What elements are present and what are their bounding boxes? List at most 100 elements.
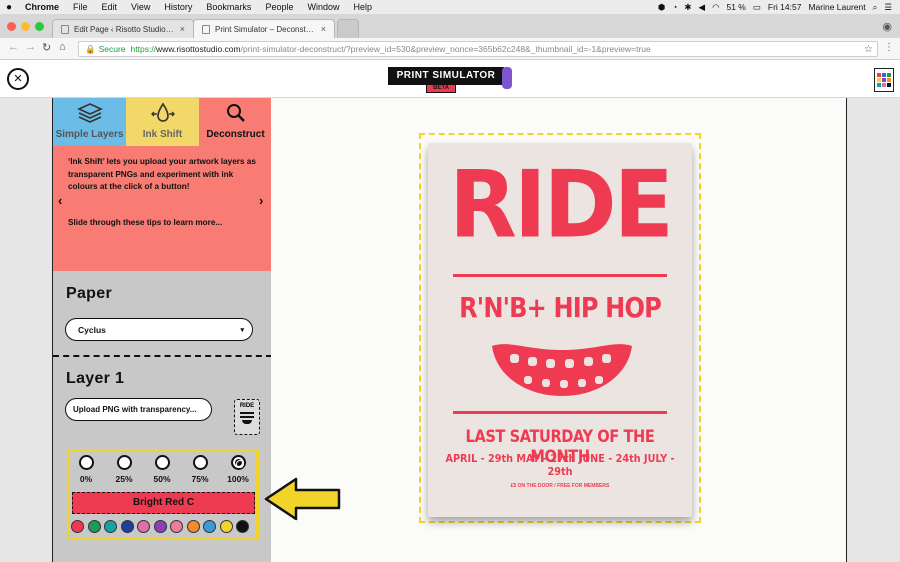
tip-next-button[interactable]: › xyxy=(259,194,263,208)
chevron-down-icon: ▾ xyxy=(240,326,244,334)
menu-file[interactable]: File xyxy=(66,2,95,12)
tab-print-simulator[interactable]: Print Simulator – Deconstruct × xyxy=(193,19,335,38)
poster-preview[interactable]: RIDE R'N'B+ HIP HOP LAST SATURDAY OF THE… xyxy=(428,143,692,517)
clock[interactable]: Fri 14:57 xyxy=(768,2,802,12)
sync-icon[interactable]: ◔ xyxy=(672,2,677,12)
layer-thumbnail[interactable]: RIDE xyxy=(234,399,260,435)
tip-cta: Slide through these tips to learn more..… xyxy=(68,218,223,227)
ink-swatch[interactable] xyxy=(87,520,101,533)
beta-badge: BETA xyxy=(426,84,456,93)
menu-bookmarks[interactable]: Bookmarks xyxy=(199,2,258,12)
opacity-option-100[interactable]: 100% xyxy=(223,455,253,484)
ink-swatch[interactable] xyxy=(104,520,117,533)
menu-edit[interactable]: Edit xyxy=(95,2,125,12)
tab-label: Print Simulator – Deconstruct xyxy=(215,24,316,34)
ink-swatch[interactable] xyxy=(153,520,167,533)
menu-people[interactable]: People xyxy=(258,2,300,12)
radio[interactable] xyxy=(192,455,208,470)
menu-help[interactable]: Help xyxy=(346,2,379,12)
sidebar: Simple Layers Ink Shift Deconstruct ‘Ink… xyxy=(52,98,271,562)
magnifier-icon xyxy=(226,104,245,122)
tab-ink-shift[interactable]: Ink Shift xyxy=(126,98,199,146)
menu-window[interactable]: Window xyxy=(300,2,346,12)
menu-history[interactable]: History xyxy=(157,2,199,12)
radio[interactable] xyxy=(154,455,170,470)
window-minimize-button[interactable] xyxy=(21,22,30,31)
simulator-header: × PRINT SIMULATOR BETA xyxy=(0,60,900,98)
close-simulator-button[interactable]: × xyxy=(7,68,29,90)
radio[interactable] xyxy=(78,455,94,470)
ink-panel: 0% 25% 50% 75% 100% Bright Red C xyxy=(67,449,259,540)
page-icon xyxy=(61,24,69,34)
url-input[interactable]: 🔒 Secure https:// www.risottostudio.com … xyxy=(78,41,878,57)
spotlight-icon[interactable]: ⌕ xyxy=(873,2,878,13)
menu-view[interactable]: View xyxy=(124,2,157,12)
paper-title: Paper xyxy=(66,285,112,302)
opacity-option-25[interactable]: 25% xyxy=(109,455,139,484)
tips-carousel: ‘Ink Shift’ lets you upload your artwork… xyxy=(53,146,271,271)
poster-rule xyxy=(453,411,667,414)
tip-prev-button[interactable]: ‹ xyxy=(58,194,62,208)
layers-icon xyxy=(76,103,103,123)
ink-roll-icon xyxy=(502,67,512,89)
reload-icon[interactable]: ↻ xyxy=(42,41,51,54)
tab-close-icon[interactable]: × xyxy=(180,24,185,34)
poster-subtitle: R'N'B+ HIP HOP xyxy=(459,291,662,324)
back-icon[interactable]: ← xyxy=(8,41,19,53)
thumb-text: RIDE xyxy=(239,403,255,409)
window-zoom-button[interactable] xyxy=(35,22,44,31)
tab-label: Edit Page ‹ Risotto Studio — W xyxy=(74,24,175,34)
radio-selected[interactable] xyxy=(230,455,246,470)
swatch-grid-icon[interactable] xyxy=(874,68,894,92)
ink-swatch[interactable] xyxy=(137,520,150,533)
bluetooth-icon[interactable]: ✱ xyxy=(684,2,691,13)
forward-icon[interactable]: → xyxy=(25,41,36,53)
print-simulator-logo: PRINT SIMULATOR BETA xyxy=(388,67,512,93)
ink-swatch[interactable] xyxy=(120,520,134,533)
new-tab-button[interactable] xyxy=(337,19,359,38)
upload-png-button[interactable]: Upload PNG with transparency... xyxy=(65,398,212,421)
battery-icon[interactable]: ▭ xyxy=(753,2,761,13)
tab-label: Simple Layers xyxy=(55,129,124,140)
ink-swatch[interactable] xyxy=(203,520,216,533)
battery-percent[interactable]: 51 % xyxy=(726,2,745,12)
tab-label: Ink Shift xyxy=(142,129,183,140)
profile-icon[interactable]: ◉ xyxy=(882,20,892,33)
user-name[interactable]: Marine Laurent xyxy=(808,2,865,12)
dropbox-icon[interactable]: ⬢ xyxy=(658,2,665,13)
volume-icon[interactable]: ◀ xyxy=(699,2,706,13)
pointer-arrow-icon xyxy=(264,477,341,521)
ink-name-field[interactable]: Bright Red C xyxy=(72,492,255,514)
tab-edit-page[interactable]: Edit Page ‹ Risotto Studio — W × xyxy=(52,19,194,38)
window-close-button[interactable] xyxy=(7,22,16,31)
paper-select[interactable]: Cyclus ▾ xyxy=(65,318,253,341)
ink-drop-icon xyxy=(150,102,175,122)
home-icon[interactable]: ⌂ xyxy=(59,41,66,53)
ink-swatch[interactable] xyxy=(236,520,249,533)
tab-close-icon[interactable]: × xyxy=(321,24,326,34)
ink-swatch[interactable] xyxy=(186,520,200,533)
divider xyxy=(53,355,271,357)
opacity-option-75[interactable]: 75% xyxy=(185,455,215,484)
url-host: www.risottostudio.com xyxy=(156,44,241,54)
ink-swatch[interactable] xyxy=(170,520,183,533)
apple-icon[interactable]: ● xyxy=(0,2,18,13)
menu-app[interactable]: Chrome xyxy=(18,2,66,12)
address-bar: ← → ↻ ⌂ 🔒 Secure https:// www.risottostu… xyxy=(0,38,900,60)
poster-title: RIDE xyxy=(449,150,674,259)
bookmark-star-icon[interactable]: ☆ xyxy=(864,44,877,55)
tab-simple-layers[interactable]: Simple Layers xyxy=(53,98,126,146)
notification-icon[interactable]: ☰ xyxy=(884,2,892,13)
opacity-option-50[interactable]: 50% xyxy=(147,455,177,484)
tab-deconstruct[interactable]: Deconstruct xyxy=(199,98,271,146)
ink-swatch[interactable] xyxy=(71,520,84,533)
opacity-option-0[interactable]: 0% xyxy=(71,455,101,484)
opacity-label: 50% xyxy=(153,474,171,484)
paper-selected: Cyclus xyxy=(78,324,106,335)
ink-swatch[interactable] xyxy=(219,520,233,533)
radio[interactable] xyxy=(116,455,132,470)
layer-title: Layer 1 xyxy=(66,370,125,387)
chrome-menu-icon[interactable]: ⋮ xyxy=(884,42,894,53)
wifi-icon[interactable]: ◠ xyxy=(712,2,719,13)
lock-icon: 🔒 xyxy=(85,43,96,54)
